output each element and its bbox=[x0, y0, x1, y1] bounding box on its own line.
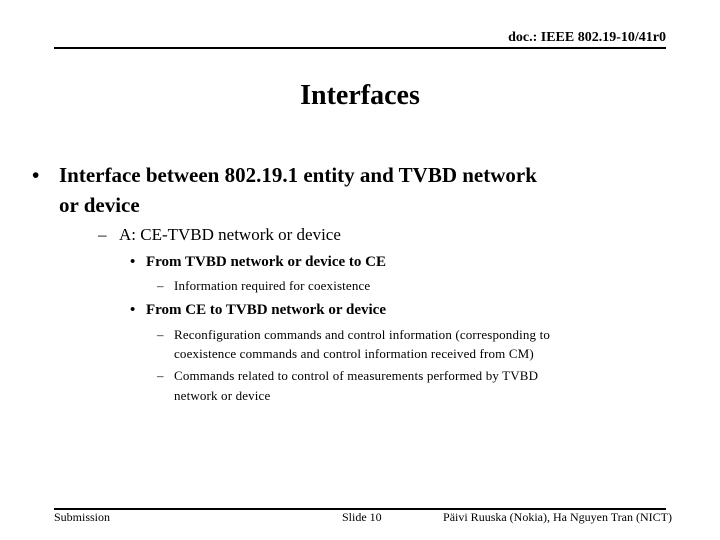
bullet-marker: • bbox=[130, 254, 136, 270]
bullet-marker: • bbox=[32, 163, 40, 187]
bullet-text: A: CE-TVBD network or device bbox=[119, 225, 341, 244]
bullet-text-line2: network or device bbox=[174, 388, 271, 403]
footer-slide-number: Slide 10 bbox=[342, 510, 382, 524]
document-id: doc.: IEEE 802.19-10/41r0 bbox=[508, 30, 666, 45]
footer-submission: Submission bbox=[54, 510, 111, 524]
dash-marker: – bbox=[98, 225, 107, 244]
bullet-text: From CE to TVBD network or device bbox=[146, 302, 386, 318]
dash-marker: – bbox=[157, 368, 164, 383]
header-divider bbox=[54, 47, 666, 49]
dash-marker: – bbox=[157, 327, 164, 342]
bullet-text-line1: Interface between 802.19.1 entity and TV… bbox=[59, 163, 537, 187]
bullet-text-line2: or device bbox=[59, 193, 140, 217]
dash-marker: – bbox=[157, 278, 164, 293]
bullet-text: From TVBD network or device to CE bbox=[146, 254, 386, 270]
bullet-text: Information required for coexistence bbox=[174, 278, 371, 293]
slide-title: Interfaces bbox=[300, 80, 420, 111]
bullet-text-line2: coexistence commands and control informa… bbox=[174, 346, 534, 361]
bullet-text-line1: Reconfiguration commands and control inf… bbox=[174, 327, 550, 342]
footer-authors: Päivi Ruuska (Nokia), Ha Nguyen Tran (NI… bbox=[443, 510, 672, 524]
bullet-marker: • bbox=[130, 302, 136, 318]
bullet-text-line1: Commands related to control of measureme… bbox=[174, 368, 539, 383]
